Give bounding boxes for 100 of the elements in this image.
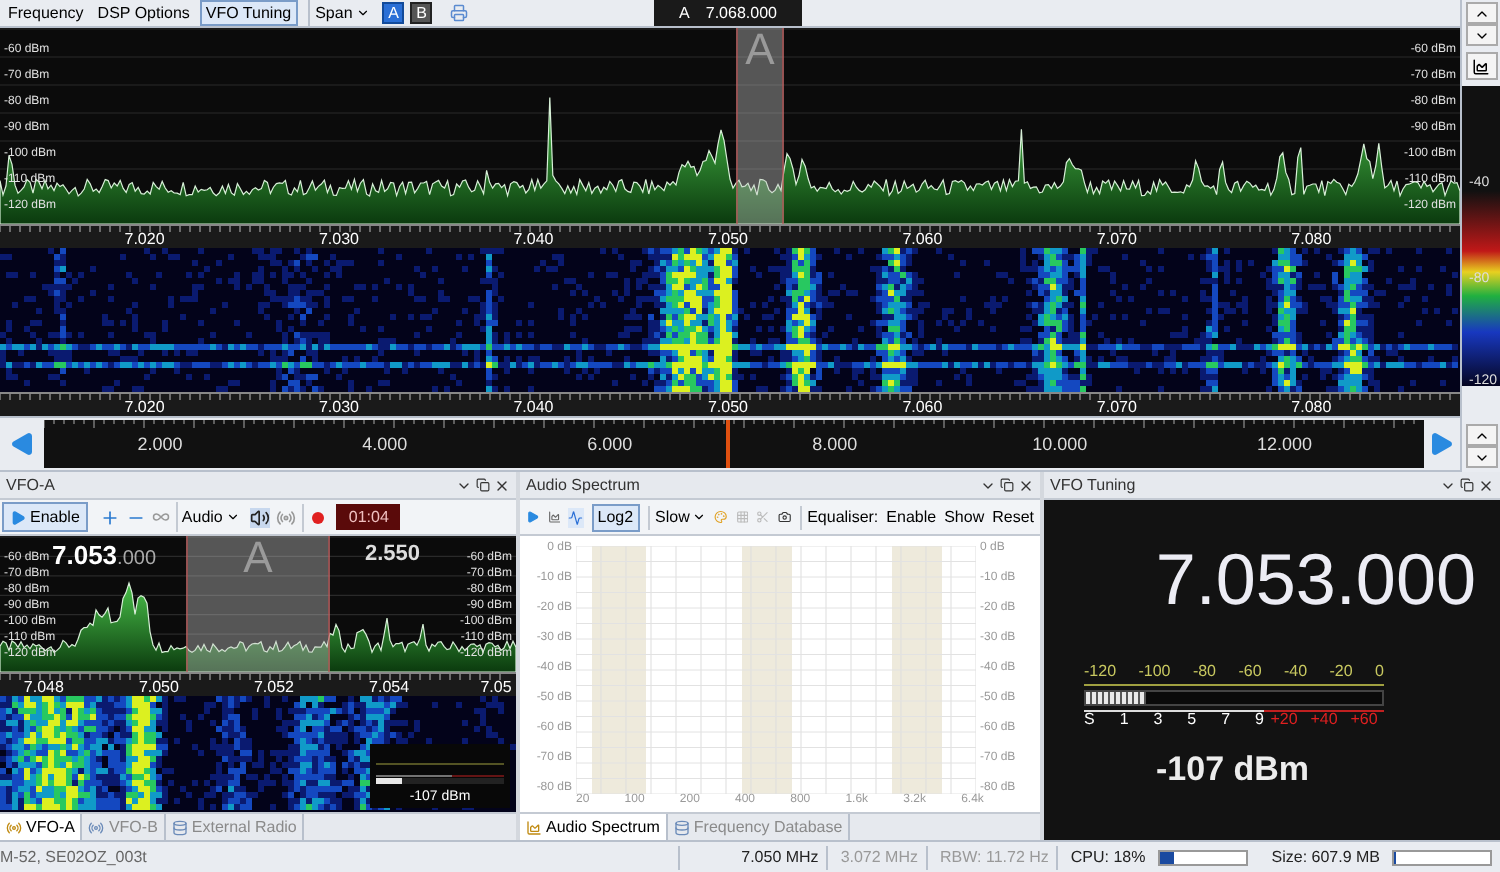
chart-icon [1472,57,1490,75]
status-text: 3.072 MHz [840,845,928,869]
axis-label: 12.000 [1257,436,1313,454]
panel-tab[interactable]: VFO-A [0,814,83,840]
tab-icon [171,819,188,835]
scale-label: -20 [1329,664,1353,680]
axis-label: 7.050 [707,232,748,248]
scale-label: 0 [1375,664,1384,680]
scroll-up-button[interactable] [1465,424,1497,446]
axis-label: 7.070 [1096,232,1137,248]
record-icon [311,511,324,523]
wave-icon[interactable] [568,507,584,527]
axis-label: 7.040 [513,232,554,248]
audio-dropdown[interactable]: Audio [175,502,245,532]
axis-label: 7.048 [23,680,64,696]
equaliser-label: Equaliser: [799,505,879,529]
marker-label: A [745,28,775,78]
scale-label: -100 [1138,664,1171,680]
axis-label: 7.070 [1096,400,1137,416]
axis-label: 7.060 [902,400,943,416]
scroll-down-button[interactable] [1465,446,1497,468]
equaliser-action[interactable]: Show [944,505,985,529]
scale-label: -120 [1084,664,1117,680]
scale-label: 1 [1119,712,1129,728]
restore-icon[interactable] [476,478,490,492]
right-arrow-icon [1430,432,1454,456]
axis-label: 7.030 [318,400,360,416]
infinity-icon[interactable] [151,508,170,526]
axis-label: 7.060 [902,232,943,248]
scroll-up-button[interactable] [1465,2,1497,24]
close-icon[interactable] [1018,477,1034,493]
axis-label: 4.000 [362,436,408,454]
log-button[interactable]: Log2 [591,503,640,531]
signal-reading: -107 dBm [1156,752,1310,786]
axis-label: 10.000 [1032,436,1088,454]
camera-icon[interactable] [777,508,792,526]
scale-label: 7 [1221,712,1231,728]
tab-icon [526,819,542,835]
close-icon[interactable] [494,477,510,493]
position-marker [725,420,730,468]
axis-label: 7.080 [1291,400,1332,416]
close-icon[interactable] [1478,477,1494,493]
plus-icon[interactable] [99,507,120,527]
play-icon[interactable] [526,508,540,526]
caret-icon [691,510,706,524]
toolbar-tab[interactable]: Frequency [4,0,88,26]
axis-label: 7.054 [369,680,410,696]
status-text: Size: 607.9 MB [1271,845,1380,869]
status-text: CPU: 18% [1070,845,1146,869]
scale-label: +40 [1310,712,1338,728]
toolbar-tab[interactable]: VFO Tuning [199,0,298,26]
tab-icon [673,819,690,835]
scale-label: -80 [1192,664,1216,680]
frequency-readout: 7.053.000 [1155,544,1476,616]
meter-scale-drawing [376,762,504,778]
marker-label: A [243,536,273,586]
axis-label: 7.020 [124,232,165,248]
vfo-button[interactable]: A [382,2,405,24]
chart-icon[interactable] [547,508,561,526]
axis-label: 7.05 [480,680,512,696]
speaker-icon[interactable] [250,507,271,527]
speed-dropdown[interactable]: Slow [647,505,706,529]
equaliser-action[interactable]: Enable [886,505,937,529]
span-dropdown[interactable]: Span [307,0,377,26]
vfo-button[interactable]: B [410,2,433,24]
enable-button[interactable]: Enable [2,502,88,532]
timer-display: 01:04 [336,504,401,530]
toolbar-tab[interactable]: DSP Options [93,0,194,26]
panel-title: Audio Spectrum [526,473,642,497]
frequency-readout: 7.053.000 [52,542,157,570]
left-arrow-icon [10,432,34,456]
restore-icon[interactable] [1000,478,1014,492]
play-icon [10,509,26,525]
print-icon[interactable] [450,4,469,22]
axis-label: 7.080 [1291,232,1332,248]
axis-label: 7.050 [138,680,179,696]
tab-icon [88,819,105,835]
chart-button[interactable] [1465,52,1497,80]
caret-icon [226,510,241,524]
axis-label: 7.040 [513,400,554,416]
axis-label: 6.000 [587,436,633,454]
axis-label: 7.050 [707,400,748,416]
scroll-down-button[interactable] [1465,24,1497,46]
axis-label: 8.000 [812,436,858,454]
axis-label: 7.030 [318,232,360,248]
scale-label: -60 [1238,664,1262,680]
scale-label: 3 [1153,712,1163,728]
scale-label: S [1084,712,1095,728]
panel-title: VFO Tuning [1050,473,1138,497]
status-text: M-52, SE02OZ_003t [0,845,680,869]
scale-label: -40 [1283,664,1308,680]
restore-icon[interactable] [1460,478,1474,492]
scale-label: 5 [1187,712,1197,728]
scale-label: 9 [1255,712,1264,728]
status-text: RBW: 11.72 Hz [940,845,1059,869]
vfo-tab[interactable]: A 7.068.000 [654,0,802,26]
radio-icon[interactable] [276,507,297,527]
equaliser-action[interactable]: Reset [992,505,1034,529]
caret-icon [356,6,371,20]
panel-tab[interactable]: Audio Spectrum [520,814,668,840]
